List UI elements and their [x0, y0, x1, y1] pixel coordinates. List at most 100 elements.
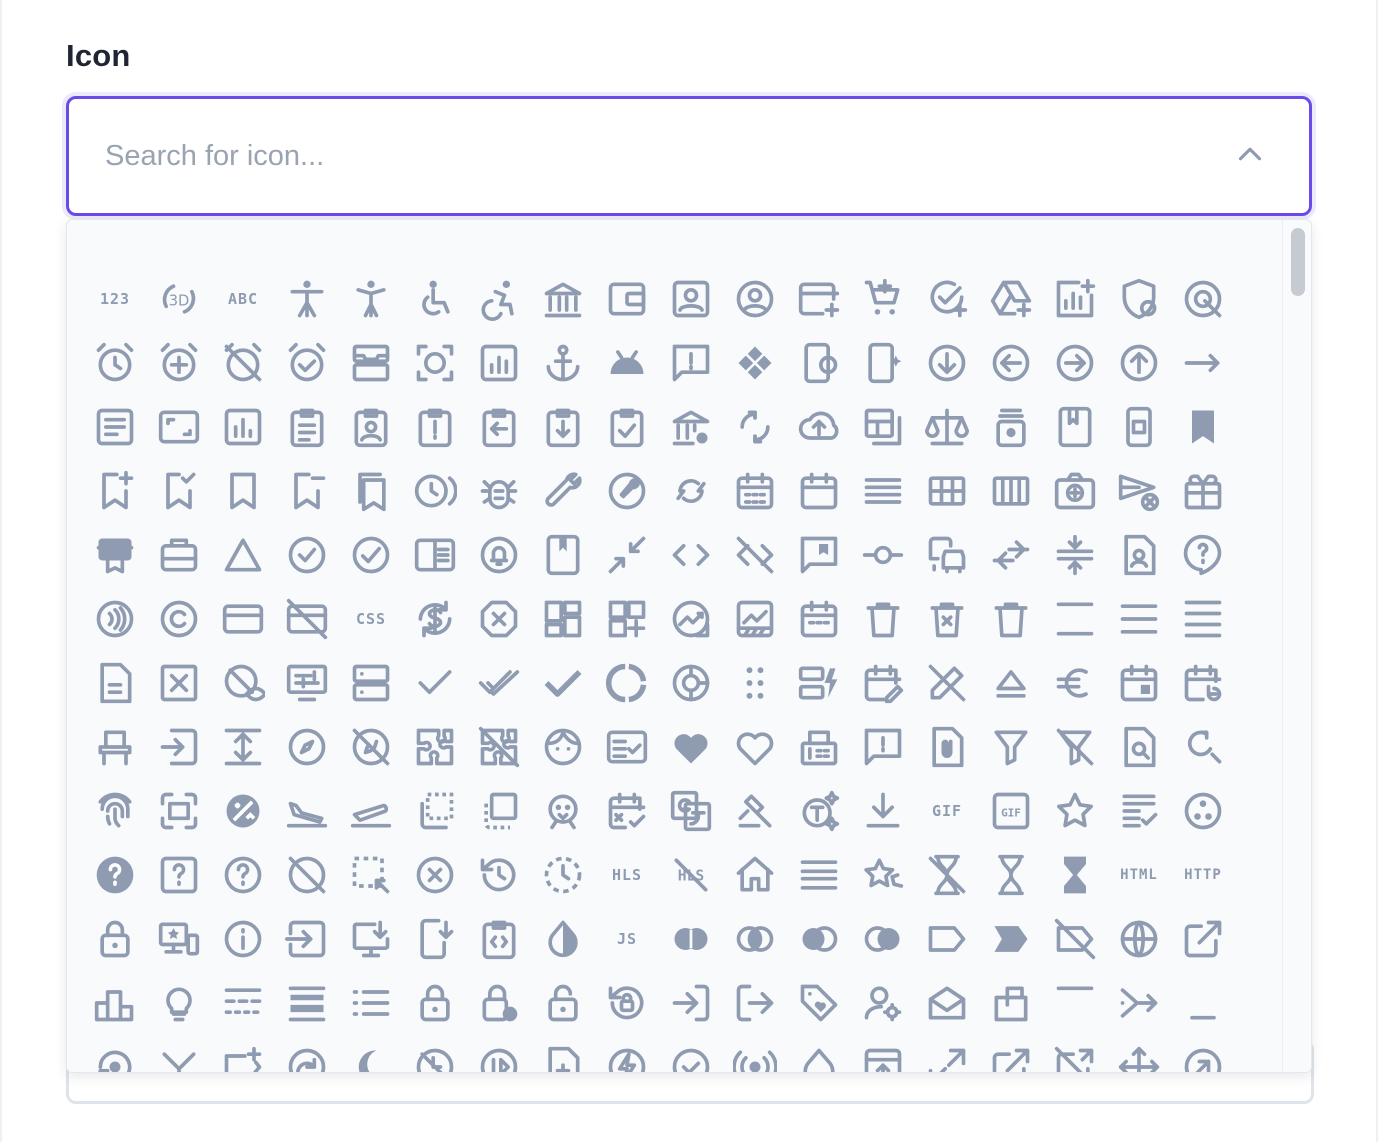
find-replace-icon[interactable] — [1171, 715, 1235, 779]
accessible-forward-icon[interactable] — [467, 267, 531, 331]
contactless-icon[interactable] — [83, 587, 147, 651]
https-icon[interactable] — [83, 907, 147, 971]
density-small-icon[interactable] — [1171, 587, 1235, 651]
bookmark-border-icon[interactable] — [211, 459, 275, 523]
drag-indicator-icon[interactable] — [723, 651, 787, 715]
calendar-month-icon[interactable] — [723, 459, 787, 523]
check-circle-outline-icon[interactable] — [339, 523, 403, 587]
help-center-icon[interactable] — [147, 843, 211, 907]
label-icon[interactable] — [915, 907, 979, 971]
install-desktop-icon[interactable] — [339, 907, 403, 971]
dashboard-customize-icon[interactable] — [595, 587, 659, 651]
grade-icon[interactable] — [1043, 779, 1107, 843]
accessibility-new-icon[interactable] — [339, 267, 403, 331]
contact-page-icon[interactable] — [1107, 523, 1171, 587]
markunread-mailbox-icon[interactable] — [979, 971, 1043, 1035]
new-label-icon[interactable] — [211, 1035, 275, 1072]
balance-icon[interactable] — [915, 395, 979, 459]
account-balance-wallet-icon[interactable] — [595, 267, 659, 331]
minimize-icon[interactable] — [1171, 971, 1235, 1035]
http-icon[interactable]: HTTP — [1171, 843, 1235, 907]
assessment-icon[interactable] — [211, 395, 275, 459]
model-training-icon[interactable] — [83, 1035, 147, 1072]
opacity-icon[interactable] — [787, 1035, 851, 1072]
hotel-class-icon[interactable] — [851, 843, 915, 907]
disabled-visible-icon[interactable] — [211, 651, 275, 715]
event-icon[interactable] — [1107, 651, 1171, 715]
api-icon[interactable] — [723, 331, 787, 395]
join-left-icon[interactable] — [787, 907, 851, 971]
open-in-new-icon[interactable] — [979, 1035, 1043, 1072]
hourglass-disabled-icon[interactable] — [915, 843, 979, 907]
calendar-view-month-icon[interactable] — [915, 459, 979, 523]
icon-search-input[interactable] — [103, 129, 1187, 183]
arrow-circle-left-icon[interactable] — [979, 331, 1043, 395]
done-all-icon[interactable] — [467, 651, 531, 715]
offline-bolt-icon[interactable] — [595, 1035, 659, 1072]
group-work-icon[interactable] — [1171, 779, 1235, 843]
open-in-browser-icon[interactable] — [851, 1035, 915, 1072]
icon-select[interactable] — [66, 96, 1312, 216]
open-in-full-icon[interactable] — [915, 1035, 979, 1072]
fingerprint-icon[interactable] — [83, 779, 147, 843]
calendar-view-week-icon[interactable] — [979, 459, 1043, 523]
lock-clock-icon[interactable] — [467, 971, 531, 1035]
join-full-icon[interactable] — [659, 907, 723, 971]
flip-to-front-icon[interactable] — [467, 779, 531, 843]
nightlight-round-icon[interactable] — [339, 1035, 403, 1072]
dns-icon[interactable] — [339, 651, 403, 715]
anchor-icon[interactable] — [531, 331, 595, 395]
dangerous-icon[interactable] — [467, 587, 531, 651]
done-outline-icon[interactable] — [531, 651, 595, 715]
commit-icon[interactable] — [851, 523, 915, 587]
help-icon[interactable] — [83, 843, 147, 907]
history-toggle-off-icon[interactable] — [531, 843, 595, 907]
mark-as-unread-icon[interactable] — [915, 971, 979, 1035]
disabled-by-default-icon[interactable] — [147, 651, 211, 715]
density-large-icon[interactable] — [1043, 587, 1107, 651]
commute-icon[interactable] — [915, 523, 979, 587]
change-history-icon[interactable] — [211, 523, 275, 587]
density-medium-icon[interactable] — [1107, 587, 1171, 651]
login-icon[interactable] — [659, 971, 723, 1035]
label-important-icon[interactable] — [979, 907, 1043, 971]
camera-enhance-icon[interactable] — [1043, 459, 1107, 523]
filter-alt-off-icon[interactable] — [1043, 715, 1107, 779]
bug-report-icon[interactable] — [467, 459, 531, 523]
maximize-icon[interactable] — [1043, 971, 1107, 1035]
calendar-today-icon[interactable] — [787, 459, 851, 523]
get-app-icon[interactable] — [851, 779, 915, 843]
alarm-off-icon[interactable] — [211, 331, 275, 395]
alarm-add-icon[interactable] — [147, 331, 211, 395]
app-shortcut-icon[interactable] — [851, 331, 915, 395]
open-with-icon[interactable] — [1107, 1035, 1171, 1072]
dashboard-icon[interactable] — [531, 587, 595, 651]
input-icon[interactable] — [275, 907, 339, 971]
dropdown-scrollbar[interactable] — [1282, 220, 1311, 1072]
3d-rotation-icon[interactable]: 3D — [147, 267, 211, 331]
leaderboard-icon[interactable] — [83, 971, 147, 1035]
note-add-icon[interactable] — [531, 1035, 595, 1072]
donut-large-icon[interactable] — [595, 651, 659, 715]
cached-icon[interactable] — [659, 459, 723, 523]
account-balance-icon[interactable] — [531, 267, 595, 331]
lock-open-icon[interactable] — [531, 971, 595, 1035]
add-to-drive-icon[interactable] — [979, 267, 1043, 331]
loyalty-icon[interactable] — [787, 971, 851, 1035]
g-translate-icon[interactable] — [659, 779, 723, 843]
hls-icon[interactable]: HLS — [595, 843, 659, 907]
gif-box-icon[interactable]: GIF — [979, 779, 1043, 843]
integration-instructions-icon[interactable] — [467, 907, 531, 971]
credit-card-off-icon[interactable] — [275, 587, 339, 651]
eject-icon[interactable] — [979, 651, 1043, 715]
flight-takeoff-icon[interactable] — [339, 779, 403, 843]
close-fullscreen-icon[interactable] — [595, 523, 659, 587]
home-icon[interactable] — [723, 843, 787, 907]
flight-land-icon[interactable] — [275, 779, 339, 843]
code-icon[interactable] — [659, 523, 723, 587]
offline-pin-icon[interactable] — [659, 1035, 723, 1072]
not-started-icon[interactable] — [467, 1035, 531, 1072]
class-icon[interactable] — [531, 523, 595, 587]
feedback-icon[interactable] — [851, 715, 915, 779]
fit-screen-icon[interactable] — [147, 779, 211, 843]
